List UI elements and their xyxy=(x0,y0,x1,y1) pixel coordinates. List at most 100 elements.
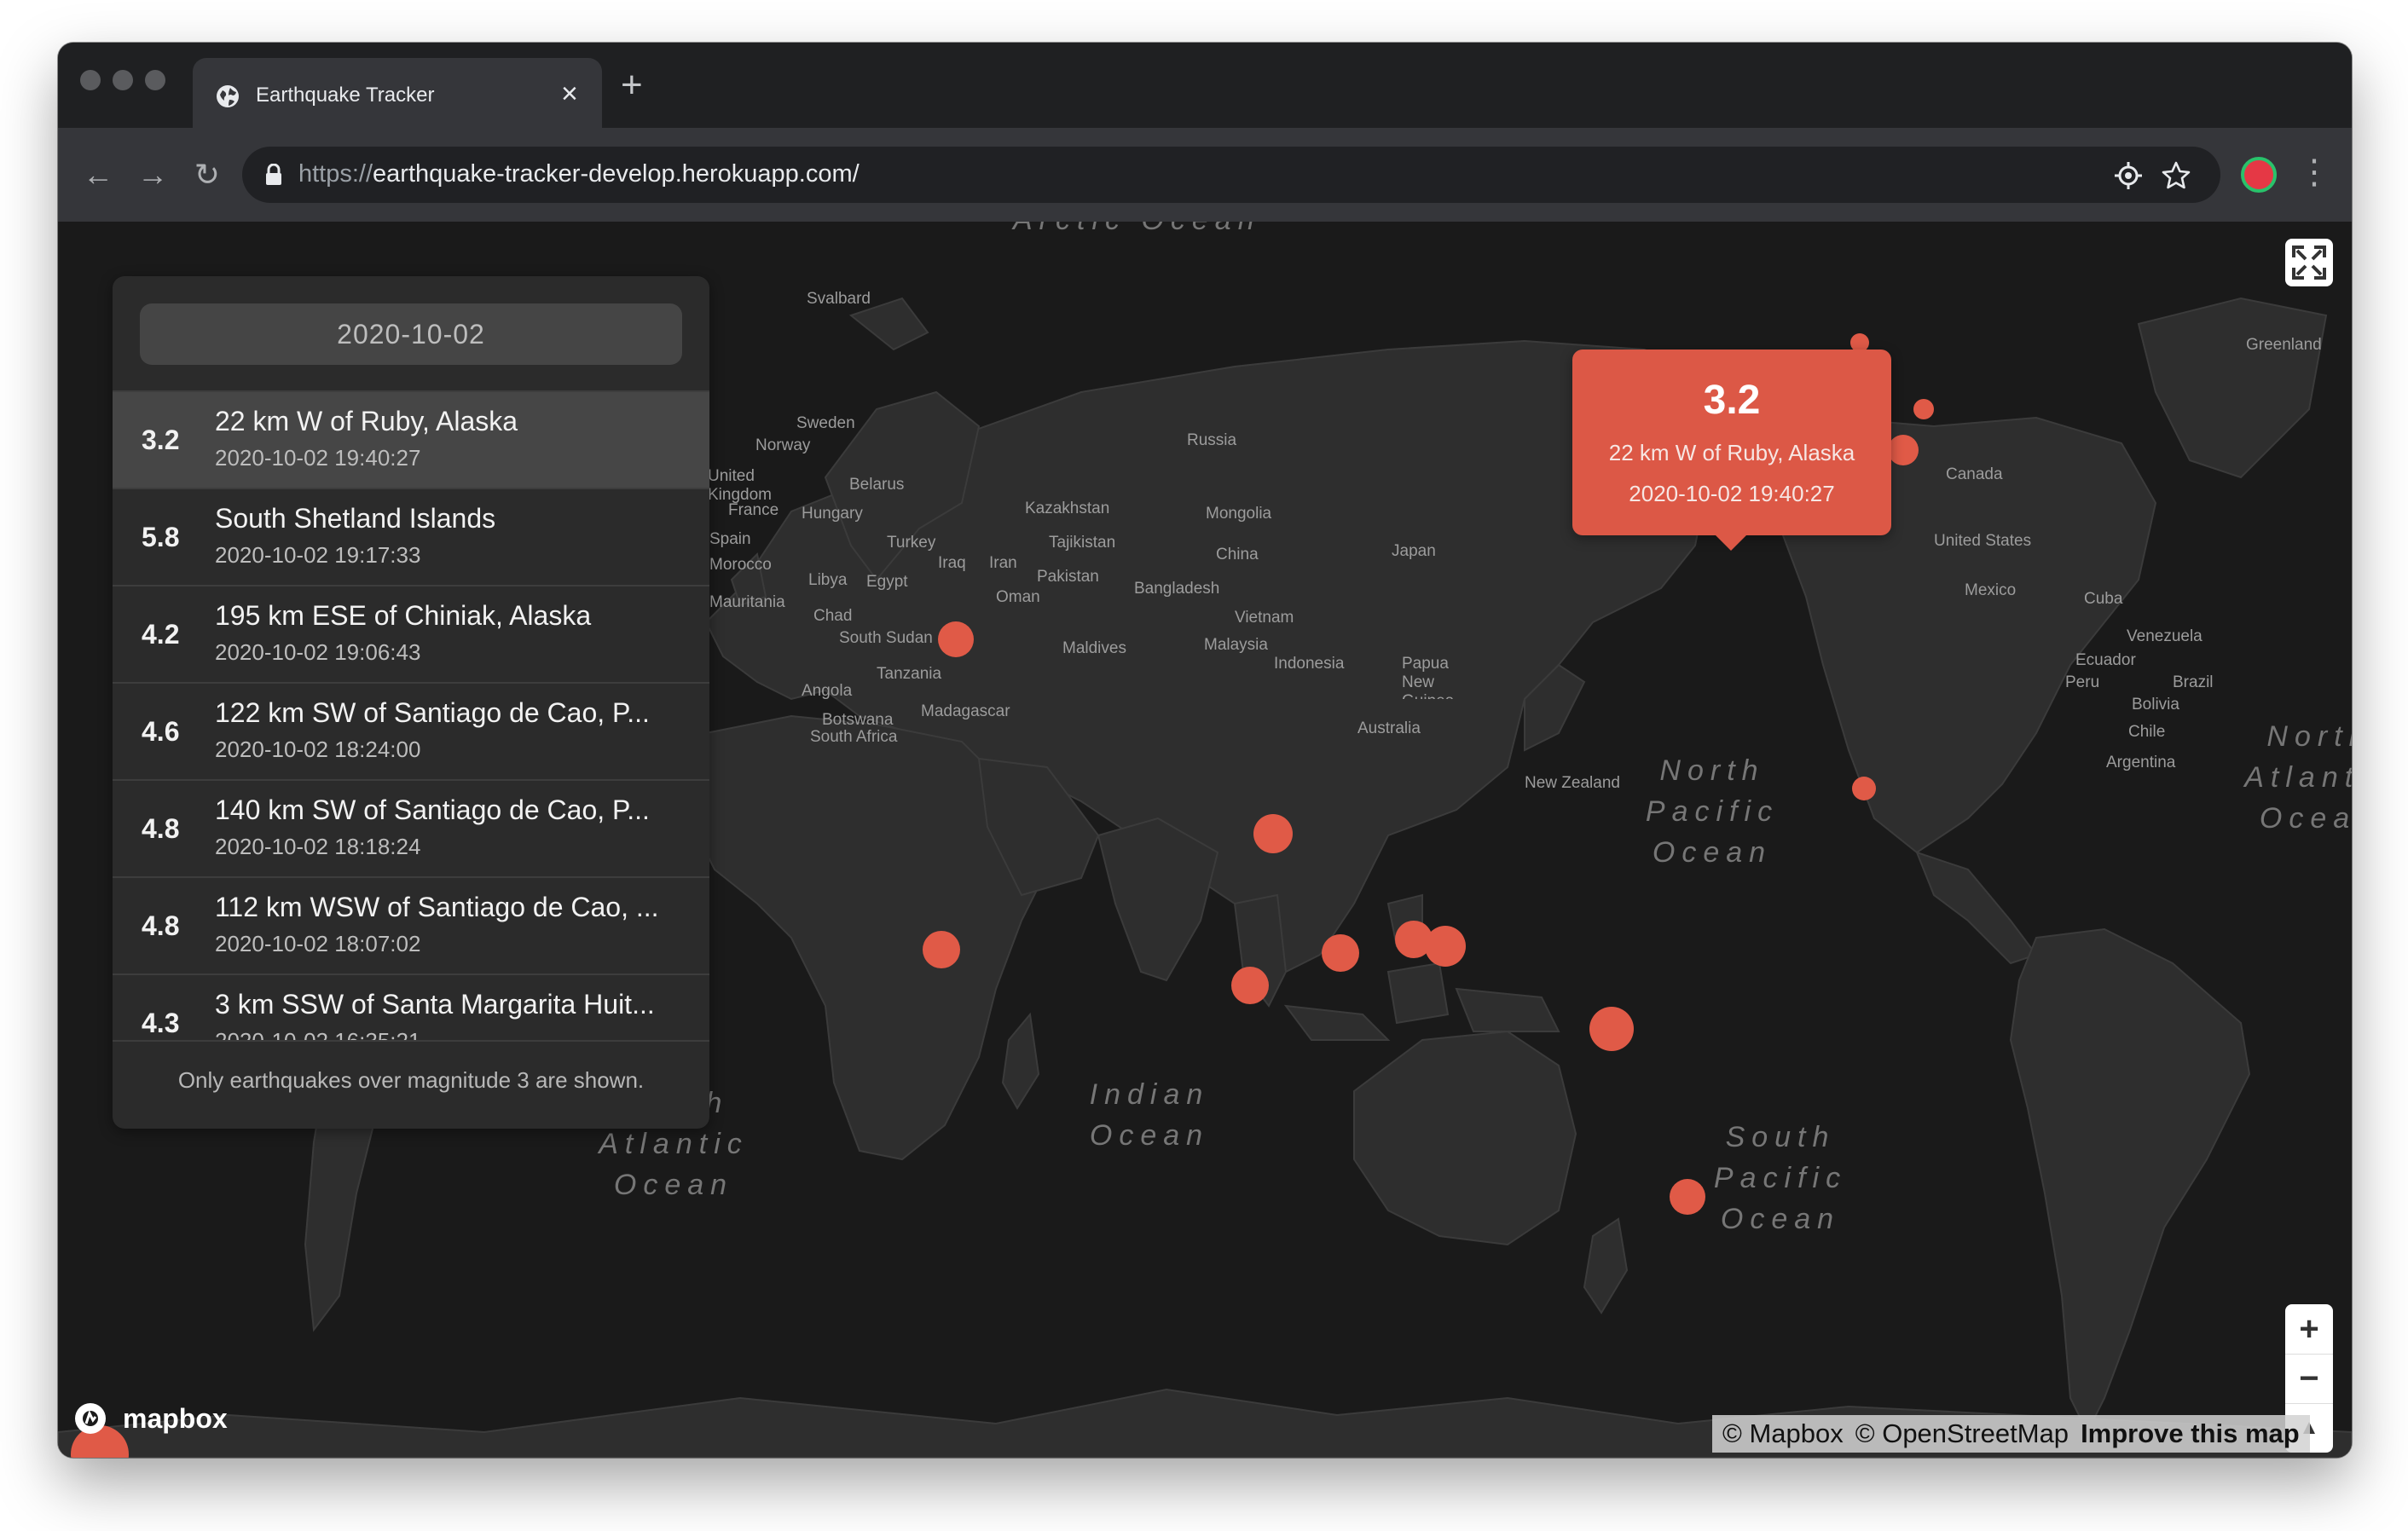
date-picker-input[interactable]: 2020-10-02 xyxy=(140,303,682,365)
ocean-indian: Indian Ocean xyxy=(1089,1078,1210,1152)
label-belarus: Belarus xyxy=(849,476,905,494)
label-japan: Japan xyxy=(1392,542,1436,560)
forward-arrow-icon[interactable]: → xyxy=(131,153,174,196)
list-item-magnitude: 5.8 xyxy=(142,522,180,552)
label-australia: Australia xyxy=(1357,719,1421,737)
earthquake-marker[interactable] xyxy=(1913,398,1934,419)
label-sweden: Sweden xyxy=(796,414,855,432)
earthquake-marker[interactable] xyxy=(1851,776,1876,800)
mapbox-logo-icon xyxy=(75,1403,106,1434)
label-spain: Spain xyxy=(709,530,751,548)
earthquake-marker[interactable] xyxy=(1425,925,1467,967)
url-text[interactable]: https://earthquake-tracker-develop.herok… xyxy=(298,160,860,188)
earthquake-list-item[interactable]: 4.6 122 km SW of Santiago de Cao, P... 202… xyxy=(113,684,709,781)
list-item-place: 140 km SW of Santiago de Cao, P... xyxy=(215,794,650,825)
earthquake-list-item[interactable]: 4.2 195 km ESE of Chiniak, Alaska 2020-10-… xyxy=(113,586,709,684)
minimize-window-dot[interactable] xyxy=(113,70,133,90)
ocean-north-atlantic: North Atlantic Ocean xyxy=(2244,720,2352,835)
label-libya: Libya xyxy=(808,571,848,589)
earthquake-marker[interactable] xyxy=(1231,967,1270,1005)
earthquake-marker[interactable] xyxy=(1589,1006,1635,1051)
active-tab[interactable]: Earthquake Tracker × xyxy=(193,58,602,128)
magnitude-filter-note: Only earthquakes over magnitude 3 are sh… xyxy=(177,1067,645,1093)
fullscreen-icon xyxy=(2292,246,2326,280)
earthquake-marker[interactable] xyxy=(1887,435,1919,466)
list-item-time: 2020-10-02 18:07:02 xyxy=(215,931,421,956)
attribution-osm[interactable]: © OpenStreetMap xyxy=(1855,1418,2069,1448)
label-indonesia: Indonesia xyxy=(1274,655,1345,673)
earthquake-list-item[interactable]: 4.3 3 km SSW of Santa Margarita Huit... 20… xyxy=(113,975,709,1040)
list-item-place: 22 km W of Ruby, Alaska xyxy=(215,406,518,436)
attribution-mapbox[interactable]: © Mapbox xyxy=(1722,1418,1844,1448)
back-arrow-icon[interactable]: ← xyxy=(77,153,119,196)
location-target-icon[interactable] xyxy=(2113,160,2144,191)
browser-toolbar: ← → ↻ https://earthquake-tracker-develop… xyxy=(58,128,2352,222)
label-angola: Angola xyxy=(802,682,853,700)
zoom-window-dot[interactable] xyxy=(145,70,165,90)
address-bar[interactable]: https://earthquake-tracker-develop.herok… xyxy=(242,147,2220,203)
mapbox-logo[interactable]: mapbox xyxy=(72,1398,228,1439)
label-argentina: Argentina xyxy=(2106,754,2176,771)
new-tab-icon[interactable]: + xyxy=(621,66,643,104)
list-item-place: 195 km ESE of Chiniak, Alaska xyxy=(215,600,592,631)
label-france: France xyxy=(728,501,779,519)
ocean-north-pacific: North Pacific Ocean xyxy=(1645,754,1780,869)
list-item-magnitude: 4.3 xyxy=(142,1008,180,1038)
earthquake-marker[interactable] xyxy=(1322,933,1360,972)
label-venezuela: Venezuela xyxy=(2127,627,2203,645)
map-canvas[interactable]: Svalbard Greenland Sweden Norway Russia … xyxy=(58,222,2352,1458)
label-united-kingdom: United Kingdom xyxy=(708,467,772,504)
close-window-dot[interactable] xyxy=(80,70,101,90)
popup-magnitude: 3.2 xyxy=(1703,378,1761,423)
label-papua: Papua New Guinea xyxy=(1402,655,1453,699)
ocean-arctic: Arctic Ocean xyxy=(1013,222,1261,240)
list-item-magnitude: 4.2 xyxy=(142,619,180,650)
earthquake-list-item[interactable]: 4.8 112 km WSW of Santiago de Cao, ... 202… xyxy=(113,878,709,975)
label-chad: Chad xyxy=(813,607,853,625)
label-bolivia: Bolivia xyxy=(2132,696,2179,714)
label-south-africa: South Africa xyxy=(810,728,898,746)
list-item-time: 2020-10-02 18:24:00 xyxy=(215,737,421,762)
earthquake-marker[interactable] xyxy=(938,621,975,658)
lock-icon xyxy=(266,164,281,185)
map-attribution: © Mapbox © OpenStreetMap Improve this map xyxy=(1712,1415,2310,1453)
label-vietnam: Vietnam xyxy=(1235,609,1294,627)
earthquake-list-item[interactable]: 3.2 22 km W of Ruby, Alaska 2020-10-02 19:… xyxy=(113,392,709,489)
label-ecuador: Ecuador xyxy=(2075,651,2136,669)
label-iran: Iran xyxy=(989,554,1017,572)
earthquake-marker[interactable] xyxy=(1670,1178,1706,1215)
earthquake-marker[interactable] xyxy=(922,930,960,968)
label-peru: Peru xyxy=(2065,673,2100,691)
list-item-time: 2020-10-02 18:18:24 xyxy=(215,834,421,859)
bookmark-star-icon[interactable] xyxy=(2161,160,2191,191)
reload-icon[interactable]: ↻ xyxy=(186,153,229,196)
zoom-out-button[interactable]: − xyxy=(2285,1354,2333,1404)
earthquake-list-item[interactable]: 5.8 South Shetland Islands 2020-10-02 19:1… xyxy=(113,489,709,586)
list-item-place: South Shetland Islands xyxy=(215,503,496,534)
label-malaysia: Malaysia xyxy=(1204,636,1268,654)
list-item-time: 2020-10-02 19:06:43 xyxy=(215,639,421,665)
earthquake-marker[interactable] xyxy=(1253,813,1293,853)
profile-avatar[interactable] xyxy=(2241,157,2277,193)
label-iraq: Iraq xyxy=(938,554,966,572)
tab-title: Earthquake Tracker xyxy=(256,84,435,107)
popup-place: 22 km W of Ruby, Alaska xyxy=(1608,440,1855,465)
label-norway: Norway xyxy=(755,436,811,454)
zoom-in-button[interactable]: + xyxy=(2285,1304,2333,1355)
tab-close-icon[interactable]: × xyxy=(561,77,578,111)
earthquake-list-item[interactable]: 4.8 140 km SW of Santiago de Cao, P... 202… xyxy=(113,781,709,878)
label-south-sudan: South Sudan xyxy=(839,629,933,647)
browser-window: Earthquake Tracker × + ← → ↻ https://ear… xyxy=(58,43,2352,1458)
list-item-time: 2020-10-02 19:17:33 xyxy=(215,542,421,568)
label-madagascar: Madagascar xyxy=(921,702,1010,720)
list-item-time: 2020-10-02 19:40:27 xyxy=(215,445,421,471)
improve-map-link[interactable]: Improve this map xyxy=(2081,1418,2300,1448)
globe-icon xyxy=(217,85,239,107)
label-new-zealand: New Zealand xyxy=(1525,774,1620,792)
label-tanzania: Tanzania xyxy=(877,665,942,683)
label-united-states: United States xyxy=(1934,532,2032,550)
menu-kebab-icon[interactable]: ⋮ xyxy=(2297,148,2331,196)
fullscreen-button[interactable] xyxy=(2285,239,2333,286)
list-item-magnitude: 3.2 xyxy=(142,425,180,455)
earthquake-list[interactable]: 3.2 22 km W of Ruby, Alaska 2020-10-02 19:… xyxy=(113,390,709,1042)
